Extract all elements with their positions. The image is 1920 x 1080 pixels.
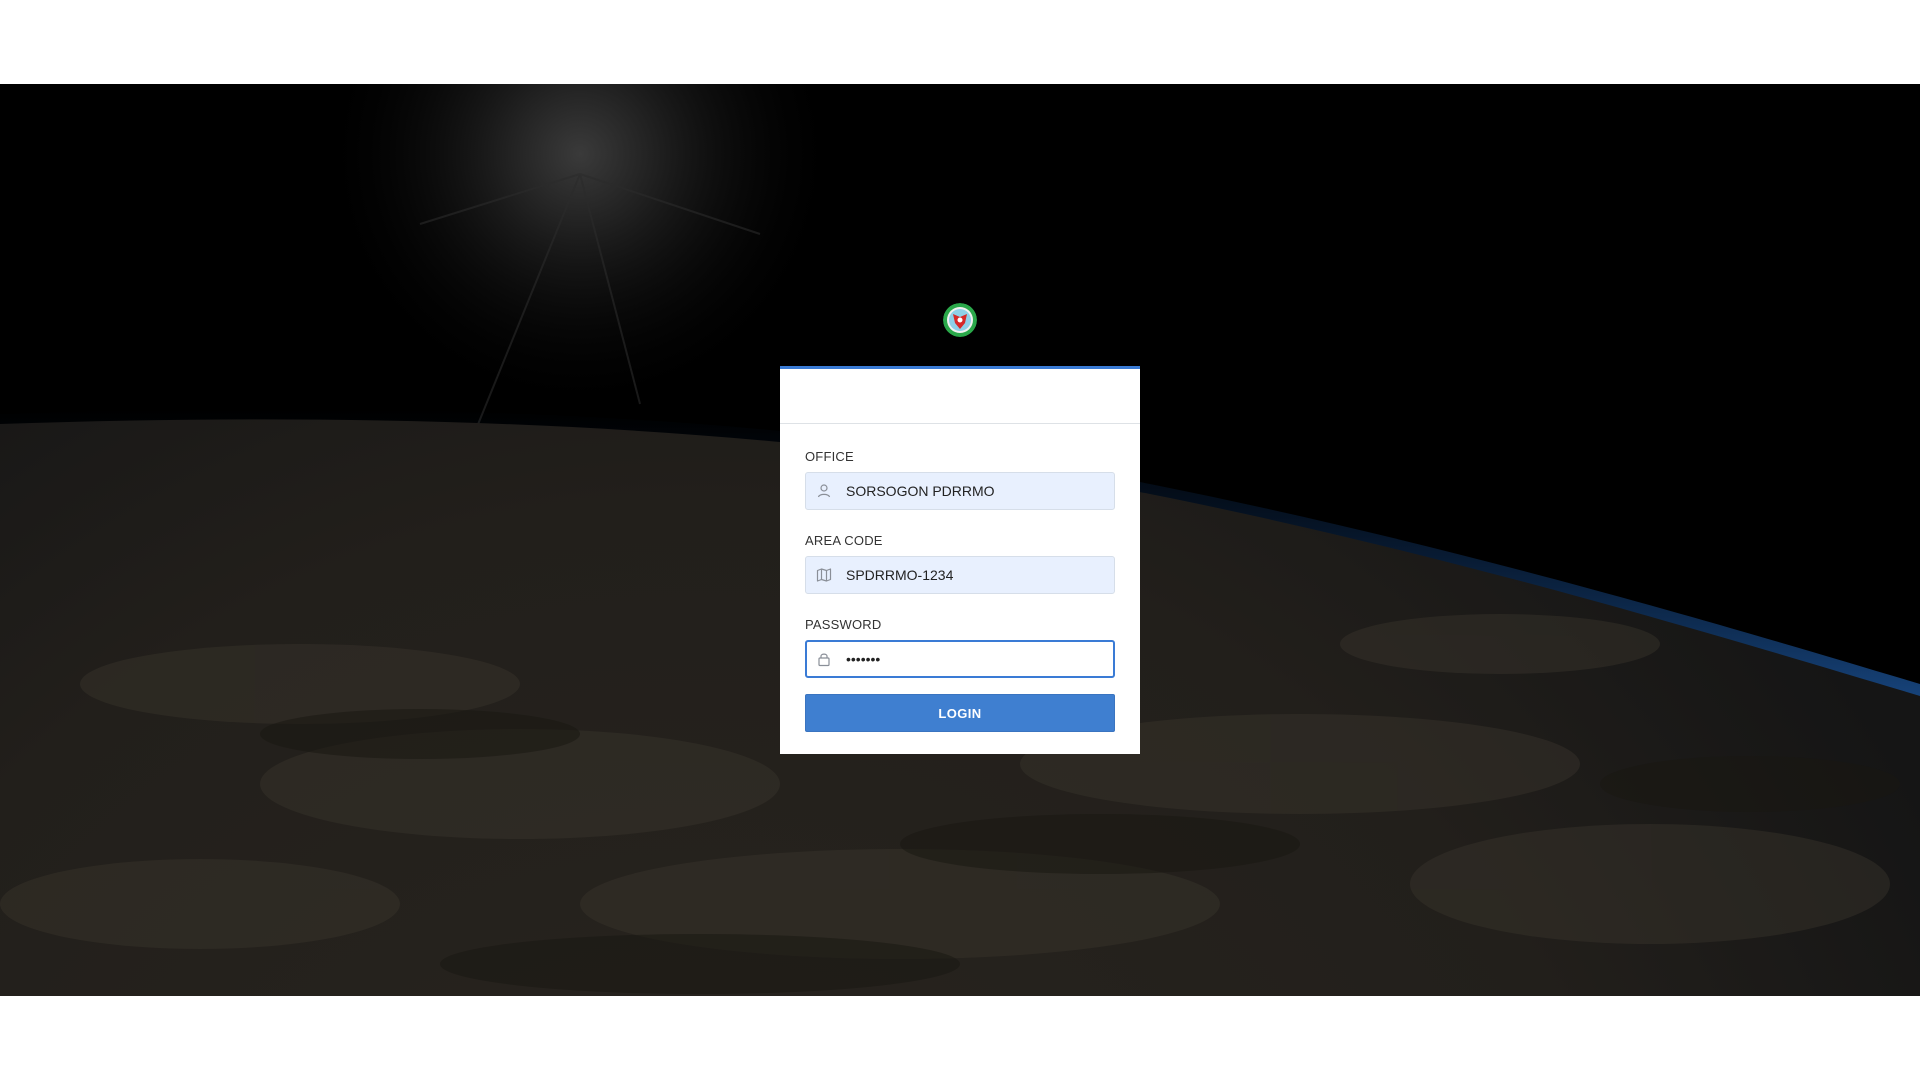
password-input[interactable] (846, 642, 1106, 676)
top-white-band (0, 0, 1920, 84)
lock-icon (816, 651, 832, 667)
login-button[interactable]: LOGIN (805, 694, 1115, 732)
office-input[interactable] (846, 473, 1106, 509)
password-label: PASSWORD (805, 617, 882, 632)
login-form: OFFICE AREA CODE PASSWORD (780, 424, 1140, 732)
area-code-label: AREA CODE (805, 533, 883, 548)
office-field-wrapper (805, 472, 1115, 510)
password-field-wrapper (805, 640, 1115, 678)
office-label: OFFICE (805, 449, 854, 464)
agency-seal-logo (943, 303, 977, 337)
bottom-white-band (0, 996, 1920, 1080)
area-code-field-wrapper (805, 556, 1115, 594)
card-header (780, 369, 1140, 424)
map-icon (816, 567, 832, 583)
user-icon (816, 483, 832, 499)
area-code-input[interactable] (846, 557, 1106, 593)
login-card: OFFICE AREA CODE PASSWORD (780, 366, 1140, 754)
